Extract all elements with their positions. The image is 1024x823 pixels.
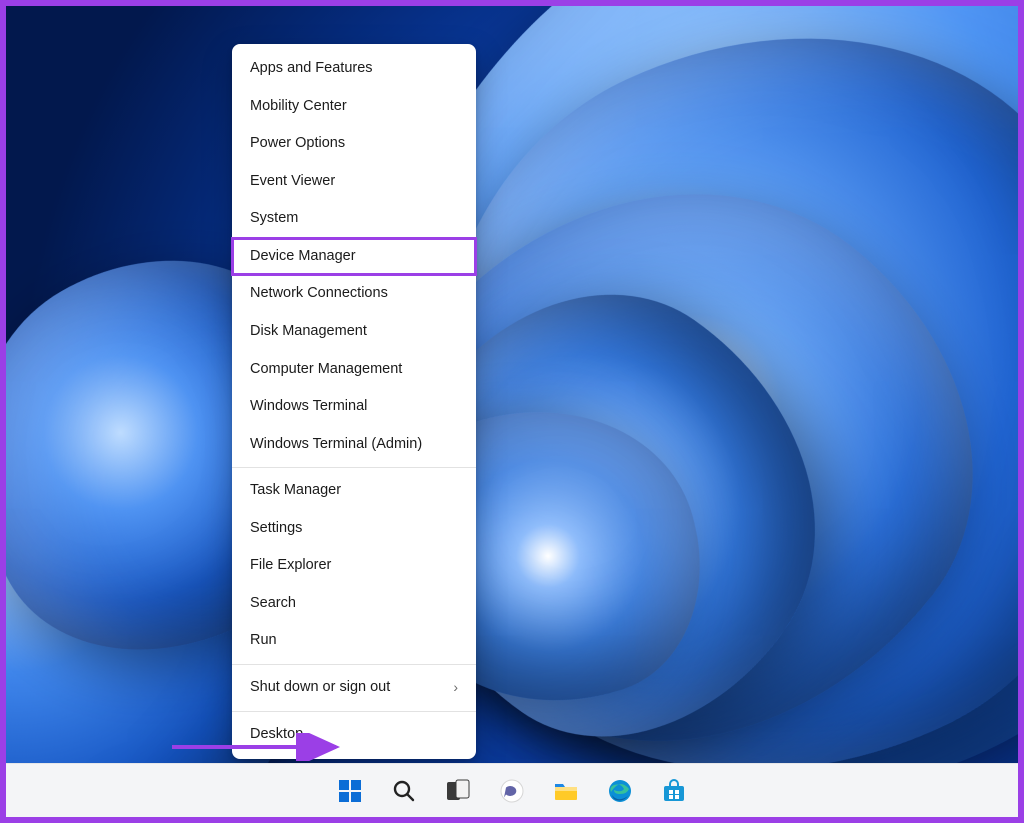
menu-item-windows-terminal-admin[interactable]: Windows Terminal (Admin) [232, 426, 476, 464]
menu-item-shut-down[interactable]: Shut down or sign out › [232, 669, 476, 707]
screenshot-frame: Apps and Features Mobility Center Power Op… [0, 0, 1024, 823]
menu-separator [232, 467, 476, 468]
menu-item-system[interactable]: System [232, 200, 476, 238]
menu-item-computer-management[interactable]: Computer Management [232, 351, 476, 389]
menu-item-apps-features[interactable]: Apps and Features [232, 50, 476, 88]
start-icon [337, 778, 363, 804]
menu-item-label: Settings [250, 519, 302, 539]
menu-item-settings[interactable]: Settings [232, 510, 476, 548]
menu-item-label: Network Connections [250, 284, 388, 304]
menu-item-label: Windows Terminal (Admin) [250, 435, 422, 455]
menu-item-network-connections[interactable]: Network Connections [232, 275, 476, 313]
menu-item-label: System [250, 209, 298, 229]
menu-item-event-viewer[interactable]: Event Viewer [232, 163, 476, 201]
menu-item-search[interactable]: Search [232, 585, 476, 623]
chat-icon [499, 778, 525, 804]
menu-item-label: Run [250, 631, 277, 651]
menu-item-disk-management[interactable]: Disk Management [232, 313, 476, 351]
taskbar-chat-button[interactable] [492, 771, 532, 811]
menu-item-label: Mobility Center [250, 97, 347, 117]
taskbar-store-button[interactable] [654, 771, 694, 811]
menu-item-mobility-center[interactable]: Mobility Center [232, 88, 476, 126]
search-icon [391, 778, 417, 804]
taskbar-start-button[interactable] [330, 771, 370, 811]
taskbar-edge-button[interactable] [600, 771, 640, 811]
menu-item-label: Computer Management [250, 360, 402, 380]
desktop-wallpaper: Apps and Features Mobility Center Power Op… [6, 6, 1018, 817]
menu-item-task-manager[interactable]: Task Manager [232, 472, 476, 510]
task-view-icon [445, 778, 471, 804]
store-icon [661, 778, 687, 804]
menu-item-windows-terminal[interactable]: Windows Terminal [232, 388, 476, 426]
menu-item-label: Task Manager [250, 481, 341, 501]
menu-item-label: Shut down or sign out [250, 678, 390, 698]
menu-separator [232, 664, 476, 665]
menu-item-label: Apps and Features [250, 59, 373, 79]
menu-item-power-options[interactable]: Power Options [232, 125, 476, 163]
menu-item-label: Event Viewer [250, 172, 335, 192]
menu-item-file-explorer[interactable]: File Explorer [232, 547, 476, 585]
taskbar [6, 763, 1018, 817]
menu-separator [232, 711, 476, 712]
menu-item-label: Disk Management [250, 322, 367, 342]
file-explorer-icon [553, 778, 579, 804]
menu-item-label: Windows Terminal [250, 397, 367, 417]
taskbar-search-button[interactable] [384, 771, 424, 811]
taskbar-task-view-button[interactable] [438, 771, 478, 811]
menu-item-label: Device Manager [250, 247, 356, 267]
menu-item-label: Power Options [250, 134, 345, 154]
menu-item-run[interactable]: Run [232, 622, 476, 660]
winx-context-menu: Apps and Features Mobility Center Power Op… [232, 44, 476, 759]
menu-item-desktop[interactable]: Desktop [232, 716, 476, 754]
chevron-right-icon: › [453, 678, 458, 697]
menu-item-label: Search [250, 594, 296, 614]
menu-item-label: Desktop [250, 725, 303, 745]
taskbar-file-explorer-button[interactable] [546, 771, 586, 811]
menu-item-device-manager[interactable]: Device Manager [232, 238, 476, 276]
edge-icon [607, 778, 633, 804]
menu-item-label: File Explorer [250, 556, 331, 576]
